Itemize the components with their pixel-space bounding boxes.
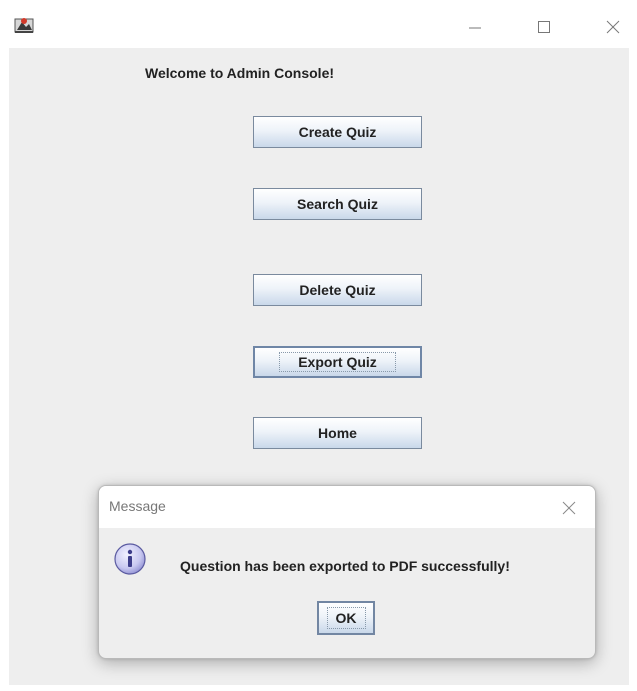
- home-label: Home: [318, 425, 357, 441]
- close-icon: [606, 20, 620, 34]
- export-quiz-button[interactable]: Export Quiz: [253, 346, 422, 378]
- close-icon: [562, 501, 576, 515]
- dialog-close-button[interactable]: [557, 496, 581, 520]
- message-dialog: Message Question has been exported to PD…: [98, 485, 596, 659]
- home-button[interactable]: Home: [253, 417, 422, 449]
- search-quiz-button[interactable]: Search Quiz: [253, 188, 422, 220]
- search-quiz-label: Search Quiz: [297, 196, 378, 212]
- maximize-icon: [538, 21, 550, 33]
- dialog-message: Question has been exported to PDF succes…: [180, 558, 510, 574]
- minimize-button[interactable]: [455, 12, 495, 42]
- dialog-titlebar[interactable]: Message: [99, 486, 595, 528]
- maximize-button[interactable]: [524, 12, 564, 42]
- create-quiz-button[interactable]: Create Quiz: [253, 116, 422, 148]
- delete-quiz-label: Delete Quiz: [299, 282, 376, 298]
- welcome-label: Welcome to Admin Console!: [145, 65, 335, 81]
- close-button[interactable]: [593, 12, 633, 42]
- window-bottom-edge: [9, 685, 629, 691]
- ok-label: OK: [326, 607, 366, 629]
- dialog-title: Message: [109, 498, 166, 514]
- info-icon: [113, 542, 147, 576]
- ok-button[interactable]: OK: [317, 601, 375, 635]
- create-quiz-label: Create Quiz: [298, 124, 377, 140]
- admin-console-window: Welcome to Admin Console! Create Quiz Se…: [0, 0, 637, 691]
- minimize-icon: [469, 27, 481, 29]
- delete-quiz-button[interactable]: Delete Quiz: [253, 274, 422, 306]
- export-quiz-label: Export Quiz: [279, 352, 396, 372]
- java-app-icon: [14, 16, 34, 34]
- window-titlebar[interactable]: [0, 0, 637, 48]
